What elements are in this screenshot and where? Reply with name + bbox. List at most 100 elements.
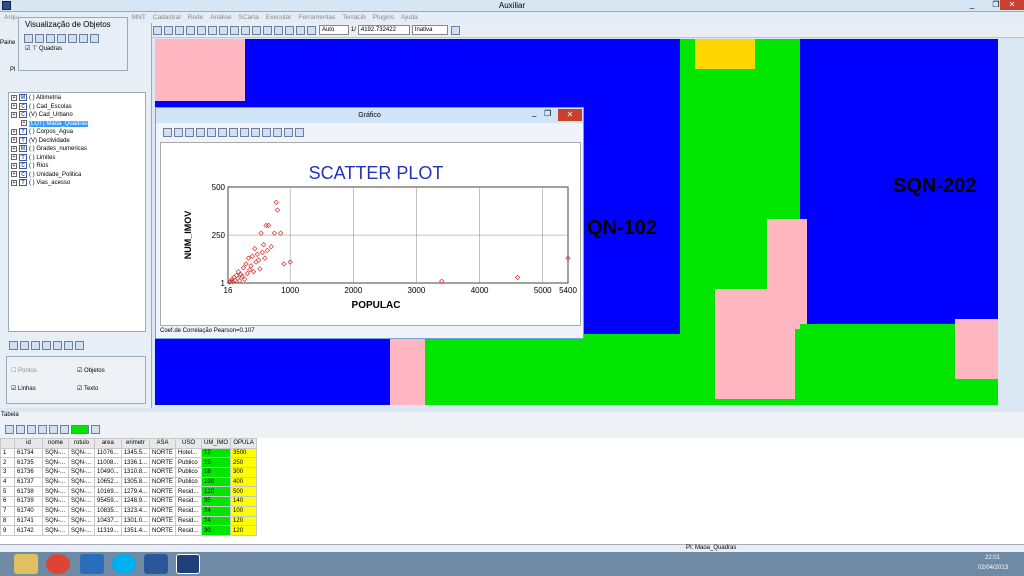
table-row[interactable]: 5 61738 SQN-... SQN-... 10169... 1279.4... NOR…	[0, 486, 258, 498]
search-icon[interactable]	[296, 26, 305, 35]
list-icon[interactable]	[9, 341, 18, 350]
table-row[interactable]: 1 61734 SQN-... SQN-... 11076... 1345.5... NOR…	[0, 447, 258, 459]
tree-item[interactable]: + C( ) Unidade_Politica	[11, 170, 143, 180]
texto-checkbox[interactable]: ☑ Texto	[77, 385, 98, 392]
table-row[interactable]: 8 61741 SQN-... SQN-... 10437... 1301.0... NOR…	[0, 515, 258, 527]
scale-mode-select[interactable]: Auto	[318, 25, 349, 35]
menu-item-scarta[interactable]: SCarta	[239, 12, 259, 23]
menu-item-plugins[interactable]: Plugins	[373, 12, 394, 23]
table-row[interactable]: 6 61739 SQN-... SQN-... 95459... 1248.9... NOR…	[0, 496, 258, 507]
copy-icon[interactable]	[284, 128, 293, 137]
menu-item-terralib[interactable]: TerraLib	[342, 12, 365, 23]
crosshair-icon[interactable]	[185, 128, 194, 137]
print-icon[interactable]	[263, 26, 272, 35]
chart-maximize-icon[interactable]: ❐	[544, 109, 551, 118]
chart-icon[interactable]	[42, 341, 51, 350]
chart-close-icon[interactable]: ✕	[558, 109, 582, 121]
column-header[interactable]: area	[94, 438, 122, 449]
tree-item[interactable]: + C( ) Cad_Escolas	[11, 102, 143, 112]
edit-icon[interactable]	[49, 425, 58, 434]
expand-icon[interactable]: +	[21, 119, 27, 126]
menu-item-mnt[interactable]: MNT	[132, 12, 146, 23]
expand-icon[interactable]: +	[11, 162, 17, 169]
help-icon[interactable]	[450, 26, 460, 35]
grid-icon[interactable]	[5, 425, 14, 434]
settings-icon[interactable]	[262, 128, 271, 137]
filter-icon[interactable]	[16, 425, 25, 434]
table-row[interactable]: 2 61735 SQN-... SQN-... 11008... 1336.1... NOR…	[0, 457, 258, 469]
forward-icon[interactable]	[240, 128, 249, 137]
table-row[interactable]: 7 61740 SQN-... SQN-... 10835... 1323.4... NOR…	[0, 505, 258, 517]
pen-icon[interactable]	[53, 341, 62, 350]
chrome-icon[interactable]	[46, 554, 70, 574]
expand-icon[interactable]: +	[11, 179, 17, 186]
doc-icon[interactable]	[79, 34, 88, 43]
layer-icon[interactable]	[35, 34, 44, 43]
edit-icon[interactable]	[31, 341, 40, 350]
menu-item-arquivo[interactable]: Arqu	[4, 12, 18, 23]
menu-item-ajuda[interactable]: Ajuda	[401, 12, 418, 23]
help-icon[interactable]	[91, 425, 100, 434]
query-icon[interactable]	[307, 26, 316, 35]
zoom-out-icon[interactable]	[208, 26, 217, 35]
export-icon[interactable]	[273, 128, 282, 137]
table-icon[interactable]	[38, 425, 47, 434]
word-icon[interactable]	[144, 554, 168, 574]
expand-icon[interactable]: +	[11, 171, 17, 177]
spring-icon[interactable]	[176, 554, 200, 574]
menu-item-executar[interactable]: Executar	[266, 12, 292, 23]
linhas-checkbox[interactable]: ☑ Linhas	[11, 385, 36, 392]
column-header[interactable]: USO	[175, 438, 203, 449]
pencil-icon[interactable]	[153, 26, 162, 35]
menu-item-rede[interactable]: Rede	[188, 12, 204, 23]
minimize-icon[interactable]: _	[960, 0, 984, 10]
attribute-table[interactable]: id nome rotulo area erimetr ASA USO UM_IMO OPULA…	[0, 438, 1024, 544]
table-row[interactable]: 4 61737 SQN-... SQN-... 10652... 1305.8... NOR…	[0, 476, 258, 488]
column-header[interactable]: UM_IMO	[201, 438, 232, 449]
menu-item-analise[interactable]: Análise	[210, 12, 231, 23]
expand-icon[interactable]: +	[11, 154, 17, 160]
zoom-in-icon[interactable]	[197, 26, 206, 35]
zoom-out-icon[interactable]	[218, 128, 227, 137]
pointer-icon[interactable]	[163, 128, 172, 137]
column-header[interactable]: nome	[42, 438, 69, 449]
help-icon[interactable]	[90, 34, 99, 43]
column-header[interactable]: id	[14, 438, 43, 449]
table-icon[interactable]	[274, 26, 283, 35]
close-icon[interactable]: ✕	[1000, 0, 1024, 10]
select-icon[interactable]	[175, 26, 184, 35]
edit-icon[interactable]	[186, 26, 195, 35]
delete-icon[interactable]	[60, 425, 69, 434]
color-picker-icon[interactable]	[71, 425, 89, 434]
tree-item[interactable]: + M( ) Grades_numericas	[11, 145, 143, 154]
tree-item[interactable]: + (LOT) Maoa_Quadras	[11, 119, 143, 129]
select-icon[interactable]	[174, 128, 183, 137]
expand-icon[interactable]: +	[11, 128, 17, 135]
zoom-icon[interactable]	[207, 128, 216, 137]
pontos-checkbox[interactable]: ☐ Pontos	[11, 367, 37, 374]
column-header[interactable]: ASA	[149, 438, 177, 449]
theme-icon[interactable]	[24, 34, 33, 43]
table-row[interactable]: 9 61742 SQN-... SQN-... 11319... 1351.4... NOR…	[0, 525, 258, 536]
undo-icon[interactable]	[68, 34, 77, 43]
column-header[interactable]	[0, 438, 15, 449]
table-icon[interactable]	[64, 341, 73, 350]
tree-item[interactable]: + M( ) Altimetria	[11, 94, 143, 103]
tree-item[interactable]: + T( ) Corpos_Agua	[11, 128, 143, 137]
info-icon[interactable]	[164, 26, 173, 35]
table-row[interactable]: 3 61736 SQN-... SQN-... 10490... 1310.8... NOR…	[0, 467, 258, 478]
object-view-item[interactable]: ☑ ⊤ Quadras	[19, 43, 127, 54]
pan-icon[interactable]	[196, 128, 205, 137]
skype-icon[interactable]	[112, 554, 136, 574]
objetos-checkbox[interactable]: ☑ Objetos	[77, 367, 105, 374]
color-icon[interactable]	[46, 34, 55, 43]
lync-icon[interactable]	[80, 554, 104, 574]
table-icon[interactable]	[295, 128, 304, 137]
scale-input[interactable]: 4192.732422	[357, 25, 410, 35]
tree-item[interactable]: + T (V) Declividade	[11, 136, 143, 146]
expand-icon[interactable]: +	[11, 94, 17, 101]
zoom-area-icon[interactable]	[219, 26, 228, 35]
forward-icon[interactable]	[241, 26, 250, 35]
column-header[interactable]: erimetr	[120, 438, 151, 449]
sort-icon[interactable]	[27, 425, 36, 434]
